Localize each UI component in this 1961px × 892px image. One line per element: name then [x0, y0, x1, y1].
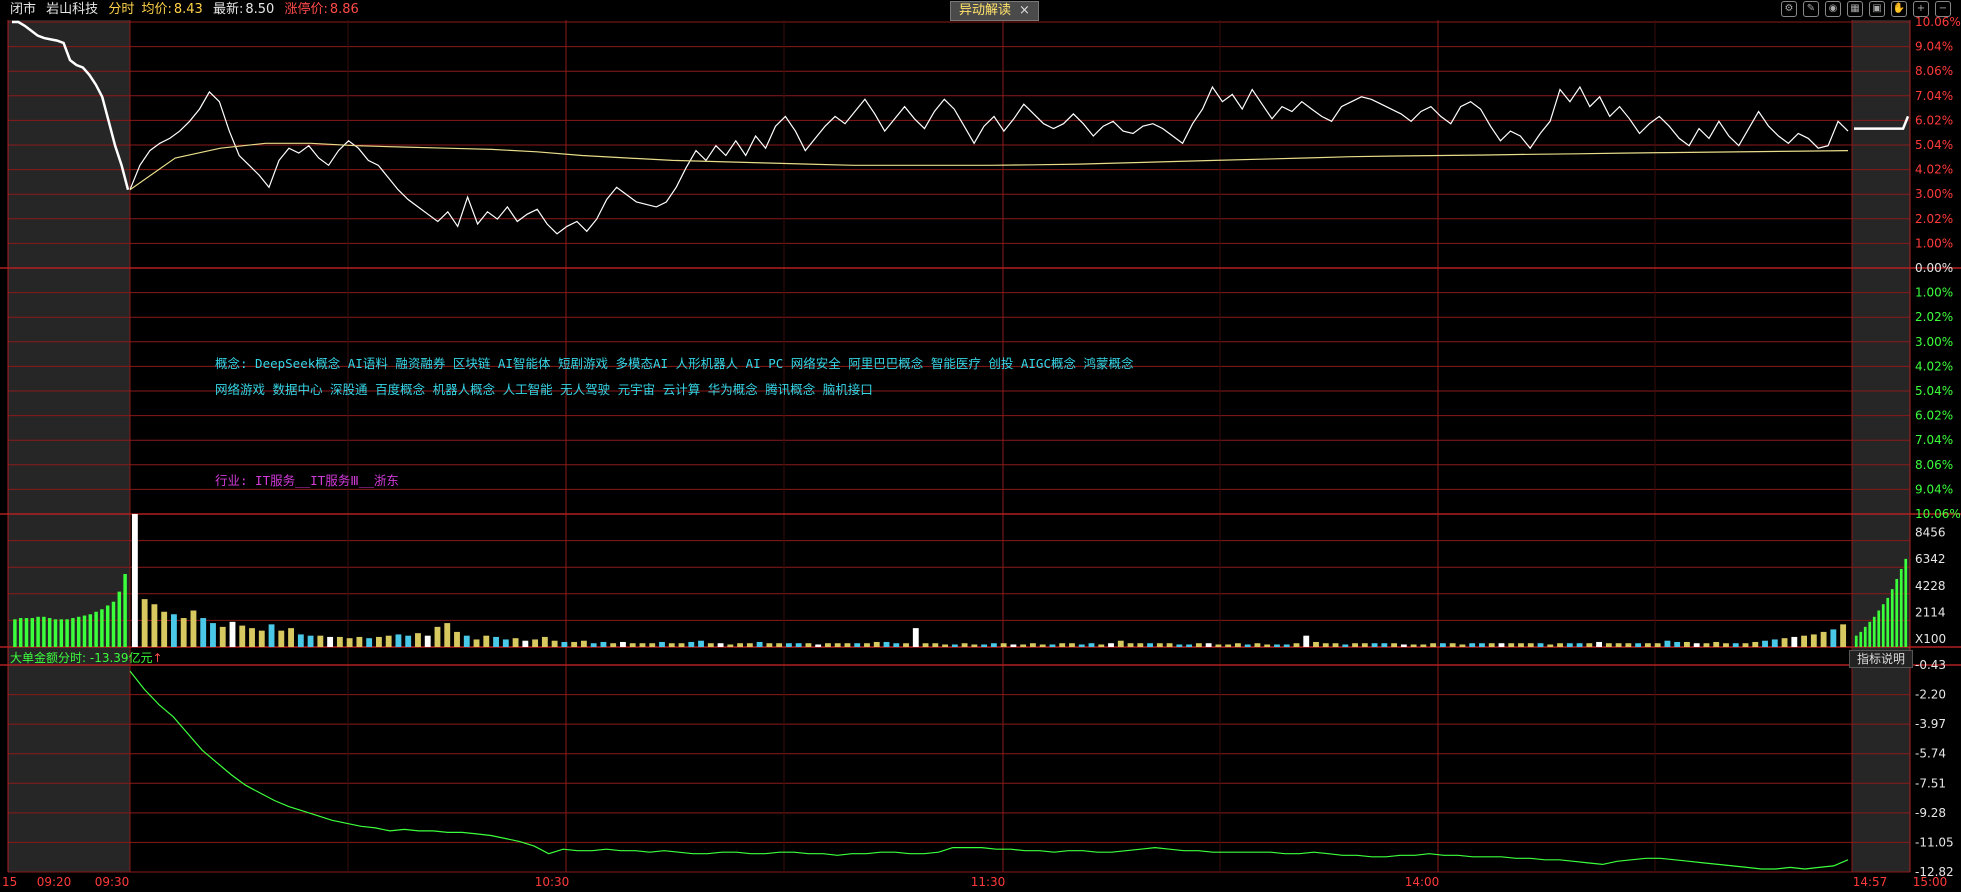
- postclose-shade: [1852, 20, 1910, 872]
- limit-price-value: 8.86: [329, 2, 359, 17]
- concept-tags-line1: 概念: DeepSeek概念 AI语料 融资融券 区块链 AI智能体 短剧游戏 …: [215, 356, 1134, 371]
- lock-icon[interactable]: ▣: [1869, 1, 1885, 17]
- price-axis-tick: 1.00%: [1915, 286, 1953, 300]
- zoom-out-icon[interactable]: −: [1935, 1, 1951, 17]
- concept-tags-line2: 网络游戏 数据中心 深股通 百度概念 机器人概念 人工智能 无人驾驶 元宇宙 云…: [215, 382, 873, 397]
- time-axis-tick: 11:30: [971, 875, 1006, 889]
- cube-icon[interactable]: ▦: [1847, 1, 1863, 17]
- price-axis-tick: 9.04%: [1915, 482, 1953, 496]
- indicator-axis-tick: -0.43: [1915, 658, 1946, 672]
- last-price-label: 最新:: [212, 2, 244, 17]
- indicator-axis-tick: -11.05: [1915, 835, 1954, 849]
- gear-icon[interactable]: ⚙: [1781, 1, 1797, 17]
- preopen-shade: [8, 20, 130, 872]
- price-axis-tick: 1.00%: [1915, 236, 1953, 250]
- arrow-up-icon: ↑: [152, 651, 163, 665]
- indicator-value: 大单金额分时: -13.39亿元: [10, 651, 153, 665]
- close-icon[interactable]: ×: [1019, 3, 1030, 18]
- price-axis-tick: 0.00%: [1915, 261, 1953, 275]
- last-price-value: 8.50: [245, 2, 275, 17]
- indicator-axis-tick: -5.74: [1915, 747, 1946, 761]
- price-axis-tick: 4.02%: [1915, 163, 1953, 177]
- compass-icon[interactable]: ✎: [1803, 1, 1819, 17]
- stock-name[interactable]: 岩山科技: [46, 2, 98, 17]
- intraday-chart[interactable]: 10.06% 9.04% 8.06% 7.04% 6.02% 5.04% 4.02% 3.00…: [0, 0, 1961, 892]
- time-axis-tick: 09:20: [37, 875, 72, 889]
- volume-axis-tick: X100: [1915, 632, 1946, 646]
- avg-price-value: 8.43: [173, 2, 203, 17]
- industry-tag: 行业: IT服务__IT服务Ⅲ__浙东: [215, 473, 399, 488]
- time-axis-tick: 14:00: [1405, 875, 1440, 889]
- avg-price-label: 均价:: [141, 2, 172, 17]
- volume-axis-tick: 6342: [1915, 552, 1946, 566]
- anomaly-interpretation-button[interactable]: 异动解读 ×: [950, 1, 1039, 21]
- price-axis-tick: 9.04%: [1915, 40, 1953, 54]
- price-axis-tick: 8.06%: [1915, 64, 1953, 78]
- price-axis-tick: 2.02%: [1915, 310, 1953, 324]
- price-axis-tick: 7.04%: [1915, 89, 1953, 103]
- price-axis-tick: 6.02%: [1915, 113, 1953, 127]
- toolbar-icons: ⚙ ✎ ◉ ▦ ▣ ✋ + −: [1781, 1, 1951, 19]
- zoom-in-icon[interactable]: +: [1913, 1, 1929, 17]
- anomaly-interpretation-label: 异动解读: [959, 3, 1012, 18]
- time-axis-tick: 15: [2, 875, 17, 889]
- indicator-axis-tick: -7.51: [1915, 776, 1946, 790]
- mode-label: 分时: [108, 2, 135, 17]
- time-axis-tick: 14:57: [1853, 875, 1888, 889]
- indicator-axis-tick: -9.28: [1915, 806, 1946, 820]
- avg-price-line: [129, 142, 1849, 191]
- indicator-axis-tick: -2.20: [1915, 688, 1946, 702]
- indicator-axis-tick: -3.97: [1915, 717, 1946, 731]
- eye-icon[interactable]: ◉: [1825, 1, 1841, 17]
- price-axis-tick: 6.02%: [1915, 409, 1953, 423]
- time-axis-tick: 10:30: [535, 875, 570, 889]
- price-axis-tick: 2.02%: [1915, 212, 1953, 226]
- volume-axis-tick: 2114: [1915, 605, 1946, 619]
- price-axis-tick: 10.06%: [1915, 507, 1961, 521]
- big-order-amount-line: [129, 670, 1849, 870]
- price-axis-tick: 7.04%: [1915, 433, 1953, 447]
- price-axis-tick: 8.06%: [1915, 458, 1953, 472]
- price-axis-tick: 5.04%: [1915, 138, 1953, 152]
- time-axis-tick: 15:00: [1913, 875, 1948, 889]
- price-axis-tick: 3.00%: [1915, 187, 1953, 201]
- price-axis-tick: 5.04%: [1915, 384, 1953, 398]
- price-axis-tick: 3.00%: [1915, 335, 1953, 349]
- indicator-description-button[interactable]: 指标说明: [1849, 650, 1913, 668]
- price-axis-tick: 4.02%: [1915, 359, 1953, 373]
- limit-price-label: 涨停价:: [284, 2, 328, 17]
- time-axis-tick: 09:30: [95, 875, 130, 889]
- market-state: 闭市: [10, 2, 37, 17]
- indicator-label: 大单金额分时: -13.39亿元↑: [10, 650, 163, 666]
- price-line: [129, 85, 1849, 235]
- volume-axis-tick: 8456: [1915, 526, 1946, 540]
- volume-axis-tick: 4228: [1915, 579, 1946, 593]
- hand-icon[interactable]: ✋: [1891, 1, 1907, 17]
